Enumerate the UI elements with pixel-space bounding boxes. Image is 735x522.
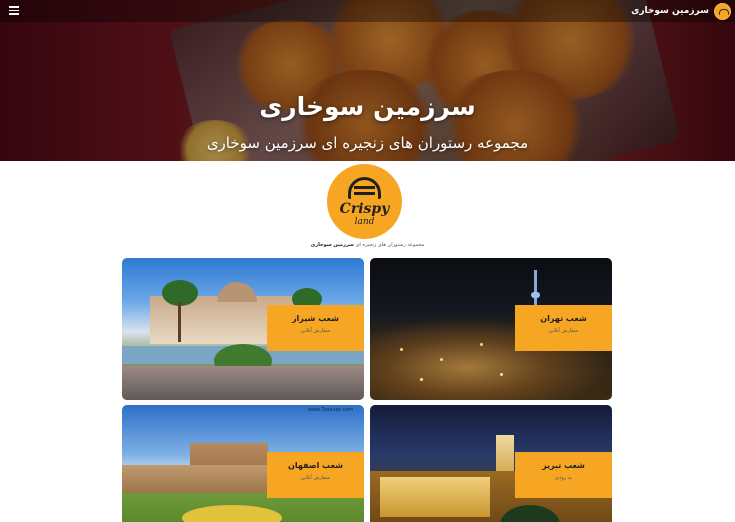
hero-title: سرزمین سوخاری (259, 92, 476, 121)
milad-tower (534, 270, 537, 310)
branch-title: شعب تهران (540, 314, 587, 323)
branch-info-panel: شعب تبریز به زودی (515, 452, 612, 498)
tagline-brand: سرزمین سوخاری (310, 242, 354, 248)
burger-icon (348, 177, 381, 199)
brand-name: سرزمین سوخاری (631, 6, 709, 16)
watermark: www.Tasavaz.com (308, 407, 354, 413)
navbar-brand[interactable]: سرزمین سوخاری (631, 2, 731, 20)
hamburger-menu-icon[interactable] (9, 6, 19, 15)
crispy-land-logo: Crispy land (327, 164, 402, 239)
branch-status: سفارش آنلاین (548, 328, 579, 334)
logo-word-crispy: Crispy (339, 201, 390, 217)
logo-word-land: land (354, 217, 375, 227)
clock-tower (496, 435, 514, 475)
branch-title: شعب تبریز (542, 461, 585, 470)
branch-status: سفارش آنلاین (300, 475, 331, 481)
branch-info-panel: شعب شیراز سفارش آنلاین (267, 305, 364, 351)
branch-status: سفارش آنلاین (300, 328, 331, 334)
hero-banner: سرزمین سوخاری سرزمین سوخاری مجموعه رستور… (0, 0, 735, 161)
branch-title: شعب اصفهان (288, 461, 343, 470)
branch-card-tehran[interactable]: شعب تهران سفارش آنلاین (370, 258, 612, 400)
branch-info-panel: شعب تهران سفارش آنلاین (515, 305, 612, 351)
hero-subtitle: مجموعه رستوران های زنجیره ای سرزمین سوخا… (206, 134, 529, 152)
top-navbar: سرزمین سوخاری (0, 0, 735, 22)
branch-card-isfahan[interactable]: www.Tasavaz.com شعب اصفهان سفارش آنلاین (122, 405, 364, 522)
brand-logo-icon (714, 2, 731, 20)
branch-info-panel: شعب اصفهان سفارش آنلاین (267, 452, 364, 498)
tagline-prefix: مجموعه رستوران های زنجیره ای (353, 242, 425, 248)
branch-card-tabriz[interactable]: شعب تبریز به زودی (370, 405, 612, 522)
branch-card-shiraz[interactable]: شعب شیراز سفارش آنلاین (122, 258, 364, 400)
branch-status: به زودی (555, 475, 572, 481)
branch-title: شعب شیراز (291, 314, 340, 323)
tagline: مجموعه رستوران های زنجیره ای سرزمین سوخا… (0, 242, 735, 248)
